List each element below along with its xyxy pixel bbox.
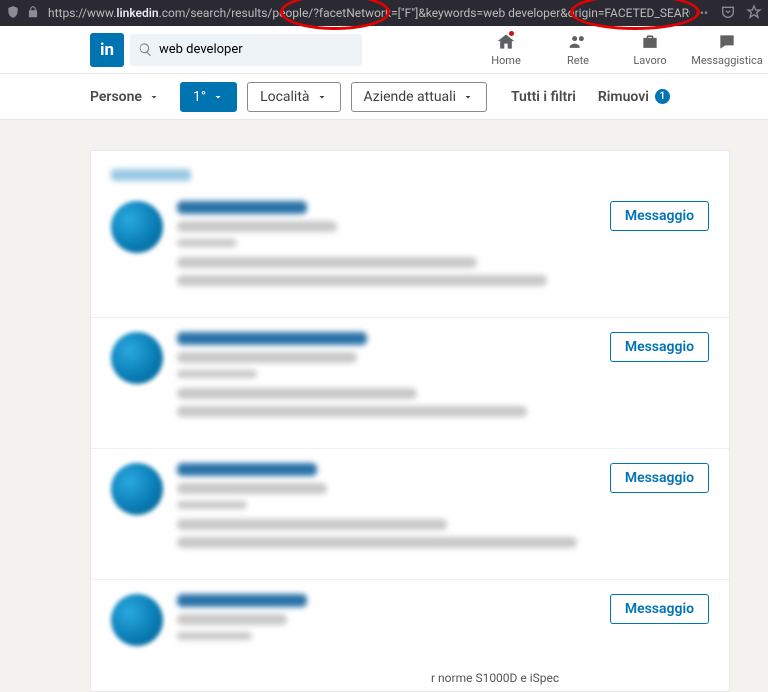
avatar[interactable] — [111, 594, 163, 646]
nav-label: Messaggistica — [691, 54, 763, 67]
active-filter-count-badge: 1 — [655, 89, 670, 104]
reset-filters-button[interactable]: Rimuovi 1 — [598, 89, 670, 105]
filter-pill-connections[interactable]: 1° — [180, 82, 237, 112]
pill-label: Località — [260, 89, 309, 105]
nav-jobs[interactable]: Lavoro — [614, 32, 686, 67]
entity-type-selector[interactable]: Persone — [90, 89, 160, 105]
search-input[interactable] — [159, 42, 354, 57]
search-result[interactable]: Messaggio — [91, 449, 729, 580]
search-result[interactable]: Messaggio — [91, 187, 729, 318]
top-navbar: in Home Rete Lavoro Messaggistica — [0, 26, 768, 74]
nav-label: Lavoro — [633, 54, 666, 67]
search-result[interactable]: Messaggio — [91, 318, 729, 449]
notification-badge — [508, 30, 515, 37]
kebab-icon[interactable]: ••• — [696, 6, 708, 20]
nav-label: Rete — [567, 54, 589, 67]
chevron-down-icon — [212, 91, 224, 103]
all-filters-button[interactable]: Tutti i filtri — [511, 89, 576, 105]
search-filter-bar: Persone 1° Località Aziende attuali Tutt… — [0, 74, 768, 120]
pocket-icon[interactable] — [720, 4, 736, 23]
avatar[interactable] — [111, 463, 163, 515]
message-button[interactable]: Messaggio — [610, 201, 709, 231]
search-icon — [138, 42, 153, 57]
nav-label: Home — [491, 54, 521, 67]
entity-type-label: Persone — [90, 89, 142, 105]
results-card: Messaggio Messaggio Messaggio — [90, 150, 730, 692]
url-rest: .com/search/results/people/?facetNetwork… — [159, 6, 690, 20]
message-button[interactable]: Messaggio — [610, 463, 709, 493]
people-icon — [568, 32, 588, 52]
linkedin-logo[interactable]: in — [90, 33, 124, 67]
tracking-shield-icon — [6, 5, 20, 22]
avatar[interactable] — [111, 332, 163, 384]
chevron-down-icon — [316, 91, 328, 103]
url-text[interactable]: https://www.linkedin.com/search/results/… — [48, 6, 690, 20]
bookmark-star-icon[interactable] — [746, 4, 762, 23]
message-button[interactable]: Messaggio — [610, 332, 709, 362]
pill-label: Aziende attuali — [364, 89, 456, 105]
browser-address-bar: https://www.linkedin.com/search/results/… — [0, 0, 768, 26]
chevron-down-icon — [462, 91, 474, 103]
filter-pill-location[interactable]: Località — [247, 82, 340, 112]
chat-icon — [717, 32, 737, 52]
search-box[interactable] — [130, 34, 362, 66]
results-count-blurred — [111, 169, 191, 181]
reset-label: Rimuovi — [598, 89, 649, 105]
nav-home[interactable]: Home — [470, 32, 542, 67]
briefcase-icon — [640, 32, 660, 52]
pill-label: 1° — [193, 89, 206, 105]
nav-network[interactable]: Rete — [542, 32, 614, 67]
partial-text-fragment: r norme S1000D e iSpec — [91, 671, 729, 691]
url-domain: linkedin — [116, 6, 158, 20]
chevron-down-icon — [148, 91, 160, 103]
nav-messaging[interactable]: Messaggistica — [686, 32, 768, 67]
avatar[interactable] — [111, 201, 163, 253]
url-prefix: https://www. — [48, 6, 116, 20]
message-button[interactable]: Messaggio — [610, 594, 709, 624]
lock-icon — [26, 5, 40, 22]
search-result[interactable]: Messaggio — [91, 580, 729, 671]
filter-pill-companies[interactable]: Aziende attuali — [351, 82, 487, 112]
